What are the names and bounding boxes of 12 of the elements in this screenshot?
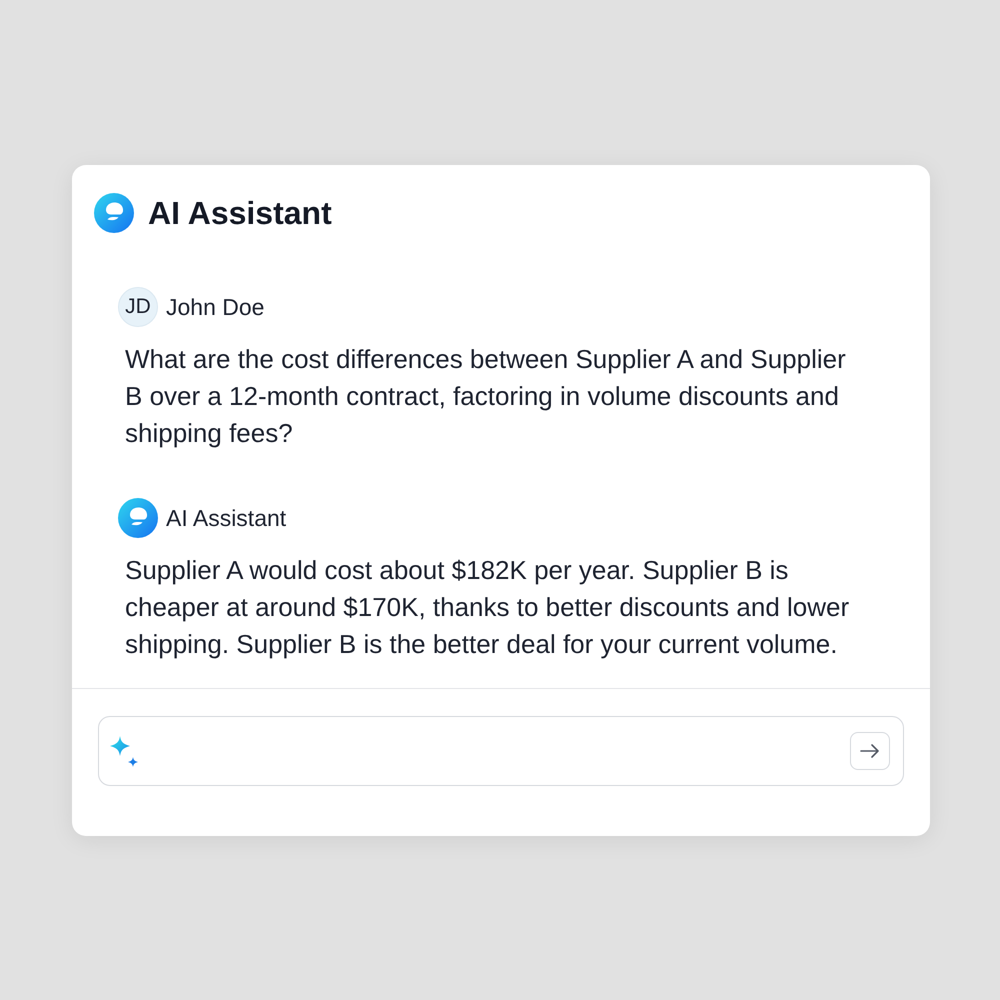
message-input-field[interactable] [98, 716, 904, 786]
user-avatar: JD [118, 287, 158, 327]
arrow-right-icon [860, 744, 880, 758]
message-text: Supplier A would cost about $182K per year. Supplier B is cheaper at around $170K, thanks to better discounts and lower shipping. Supplier B is the better deal for your current volume. [124, 554, 850, 661]
sparkle-icon [110, 736, 138, 766]
assistant-avatar-icon [118, 498, 158, 538]
sender-name: AI Assistant [166, 504, 286, 533]
assistant-logo-icon [94, 193, 134, 233]
send-button[interactable] [850, 732, 890, 770]
sender-name: John Doe [166, 292, 264, 322]
panel-title: AI Assistant [148, 194, 332, 232]
message-text: What are the cost differences between Supplier A and Supplier B over a 12-month contract, factoring in volume discounts and shipping fees? [124, 343, 847, 450]
